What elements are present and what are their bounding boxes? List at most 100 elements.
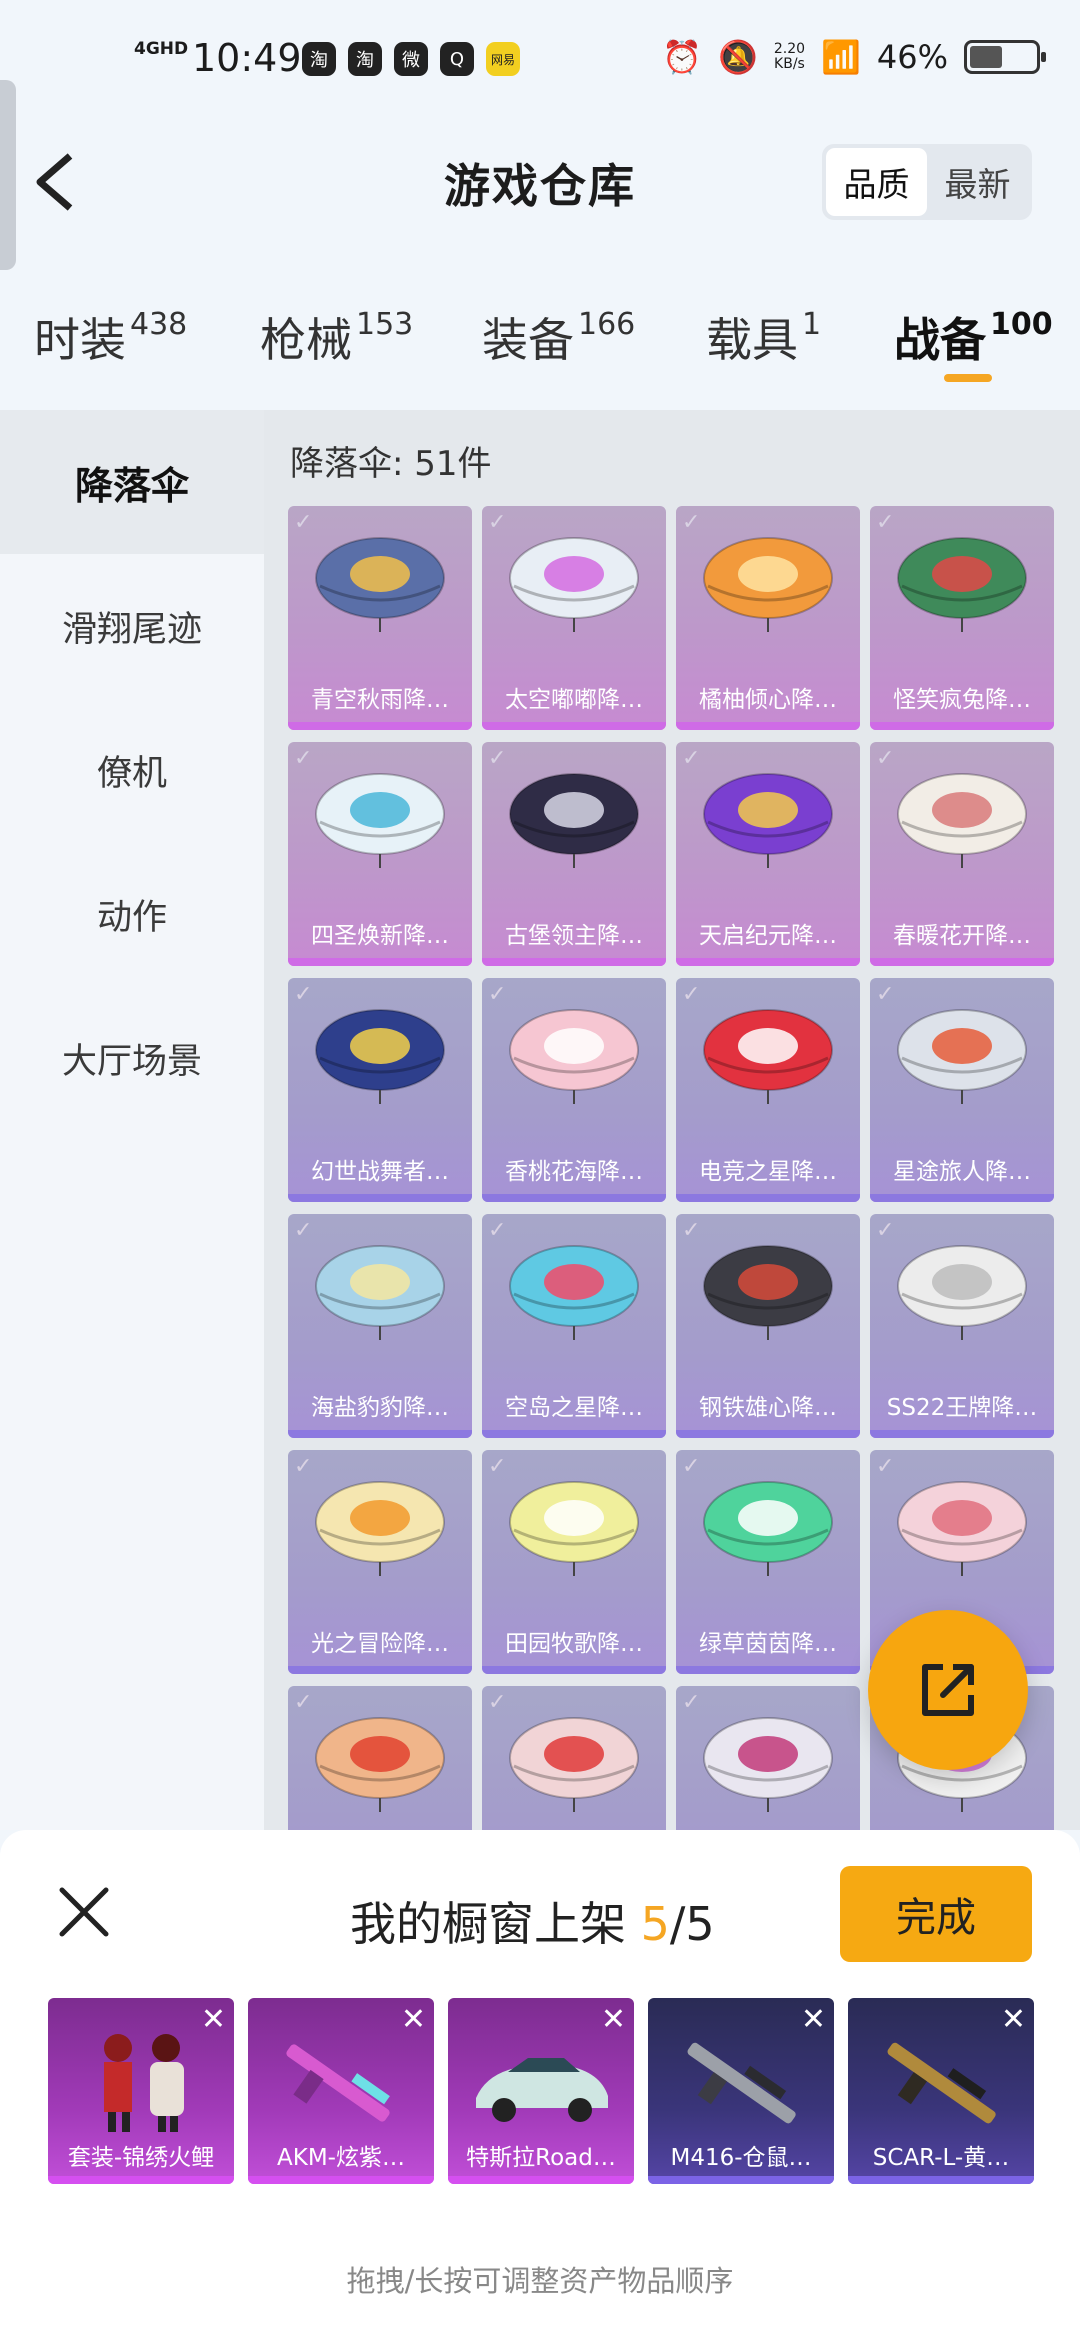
category-tabs: 时装 438 枪械 153 装备 166 载具 1 战备 100 (0, 290, 1080, 410)
rarity-bar (288, 1666, 472, 1674)
rarity-bar (288, 958, 472, 966)
rifle-gold-icon (887, 2042, 996, 2124)
parachute-icon (315, 1245, 445, 1340)
remove-icon[interactable]: ✕ (401, 2002, 426, 2037)
remove-icon[interactable]: ✕ (1001, 2002, 1026, 2037)
parachute-card[interactable]: ✓ 太空嘟嘟降… (482, 506, 666, 730)
parachute-icon (703, 773, 833, 868)
parachute-card[interactable]: ✓ 钢铁雄心降… (676, 1214, 860, 1438)
close-icon[interactable] (56, 1884, 112, 1940)
check-icon: ✓ (876, 1218, 895, 1243)
netease-icon: 网易 (486, 42, 520, 76)
tab-active-indicator (944, 374, 992, 382)
parachute-name: 星途旅人降… (893, 1159, 1031, 1185)
showcase-slot[interactable]: ✕ AKM-炫紫… (248, 1998, 434, 2184)
parachute-card[interactable]: ✓ 春暖花开降… (870, 742, 1054, 966)
parachute-icon (315, 1717, 445, 1812)
parachute-name: 幻世战舞者… (311, 1159, 449, 1185)
parachute-icon (703, 1245, 833, 1340)
parachute-name: 怪笑疯兔降… (893, 687, 1031, 713)
rarity-bar (676, 1666, 860, 1674)
check-icon: ✓ (488, 1218, 507, 1243)
remove-icon[interactable]: ✕ (801, 2002, 826, 2037)
parachute-card[interactable]: ✓ 星途旅人降… (870, 978, 1054, 1202)
tab-combat-gear[interactable]: 战备 100 (894, 304, 1053, 370)
rarity-bar (648, 2176, 834, 2184)
parachute-card[interactable]: ✓ (288, 1686, 472, 1830)
sort-latest-button[interactable]: 最新 (927, 148, 1028, 216)
parachute-name: 绿草茵茵降… (699, 1631, 837, 1657)
parachute-name: 香桃花海降… (505, 1159, 643, 1185)
parachute-icon (897, 537, 1027, 632)
side-item-parachute[interactable]: 降落伞 (0, 410, 264, 554)
battery-icon (964, 40, 1046, 74)
rarity-bar (482, 1666, 666, 1674)
parachute-icon (897, 773, 1027, 868)
tab-weapons[interactable]: 枪械 153 (260, 304, 413, 370)
costume-icon (104, 2034, 184, 2132)
remove-icon[interactable]: ✕ (601, 2002, 626, 2037)
rarity-bar (288, 722, 472, 730)
check-icon: ✓ (488, 510, 507, 535)
check-icon: ✓ (294, 1454, 313, 1479)
check-icon: ✓ (682, 1218, 701, 1243)
showcase-slot[interactable]: ✕ M416-仓鼠… (648, 1998, 834, 2184)
parachute-card[interactable]: ✓ 四圣焕新降… (288, 742, 472, 966)
check-icon: ✓ (682, 982, 701, 1007)
parachute-card[interactable]: ✓ 青空秋雨降… (288, 506, 472, 730)
parachute-card[interactable]: ✓ 天启纪元降… (676, 742, 860, 966)
check-icon: ✓ (488, 982, 507, 1007)
showcase-slot[interactable]: ✕ SCAR-L-黄… (848, 1998, 1034, 2184)
parachute-card[interactable]: ✓ 幻世战舞者… (288, 978, 472, 1202)
parachute-name: 电竞之星降… (699, 1159, 837, 1185)
side-item-emote[interactable]: 动作 (0, 842, 264, 986)
parachute-card[interactable]: ✓ (482, 1686, 666, 1830)
parachute-card[interactable]: ✓ 绿草茵茵降… (676, 1450, 860, 1674)
rarity-bar (676, 1430, 860, 1438)
showcase-slot[interactable]: ✕ 特斯拉Road… (448, 1998, 634, 2184)
qq-icon: Q (440, 42, 474, 76)
share-button[interactable] (868, 1610, 1028, 1770)
parachute-icon (315, 1481, 445, 1576)
parachute-card[interactable]: ✓ 电竞之星降… (676, 978, 860, 1202)
parachute-card[interactable]: ✓ 空岛之星降… (482, 1214, 666, 1438)
parachute-name: 春暖花开降… (893, 923, 1031, 949)
parachute-card[interactable]: ✓ 海盐豹豹降… (288, 1214, 472, 1438)
parachute-name: 太空嘟嘟降… (505, 687, 643, 713)
tab-equipment[interactable]: 装备 166 (482, 304, 635, 370)
parachute-card[interactable]: ✓ (676, 1686, 860, 1830)
remove-icon[interactable]: ✕ (201, 2002, 226, 2037)
parachute-card[interactable]: ✓ SS22王牌降… (870, 1214, 1054, 1438)
side-item-glide-trail[interactable]: 滑翔尾迹 (0, 554, 264, 698)
parachute-card[interactable]: ✓ 橘柚倾心降… (676, 506, 860, 730)
parachute-card[interactable]: ✓ 田园牧歌降… (482, 1450, 666, 1674)
side-menu: 降落伞 滑翔尾迹 僚机 动作 大厅场景 (0, 410, 264, 1830)
parachute-icon (897, 1245, 1027, 1340)
showcase-slot[interactable]: ✕ 套装-锦绣火鲤 (48, 1998, 234, 2184)
side-item-wingman[interactable]: 僚机 (0, 698, 264, 842)
battery-percent: 46% (876, 38, 948, 76)
parachute-card[interactable]: ✓ 香桃花海降… (482, 978, 666, 1202)
check-icon: ✓ (488, 1690, 507, 1715)
showcase-item-name: 特斯拉Road… (466, 2145, 616, 2171)
mute-icon: 🔕 (718, 38, 758, 76)
tab-vehicles[interactable]: 载具 1 (706, 304, 821, 370)
parachute-card[interactable]: ✓ 光之冒险降… (288, 1450, 472, 1674)
check-icon: ✓ (488, 1454, 507, 1479)
showcase-item-name: SCAR-L-黄… (872, 2145, 1010, 2171)
tab-fashion[interactable]: 时装 438 (34, 304, 187, 370)
side-item-lobby-scene[interactable]: 大厅场景 (0, 986, 264, 1130)
check-icon: ✓ (876, 510, 895, 535)
car-icon (476, 2058, 608, 2122)
parachute-card[interactable]: ✓ 怪笑疯兔降… (870, 506, 1054, 730)
sort-quality-button[interactable]: 品质 (826, 148, 927, 216)
net-speed: 2.20 KB/s (773, 41, 806, 72)
parachute-icon (509, 1481, 639, 1576)
showcase-sheet: 我的橱窗上架 5/5 完成 ✕ 套装-锦绣火鲤 ✕ AKM-炫紫… ✕ 特斯拉Road… ✕… (0, 1830, 1080, 2340)
status-right: ⏰ 🔕 2.20 KB/s 📶 46% (662, 38, 1046, 76)
check-icon: ✓ (294, 1218, 313, 1243)
alarm-icon: ⏰ (662, 38, 703, 76)
rarity-bar (870, 722, 1054, 730)
done-button[interactable]: 完成 (840, 1866, 1032, 1962)
parachute-card[interactable]: ✓ 古堡领主降… (482, 742, 666, 966)
